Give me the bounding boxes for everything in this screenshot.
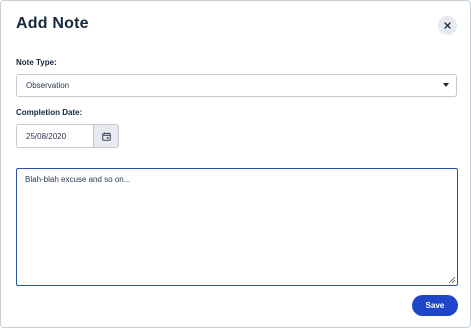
add-note-dialog: Add Note Note Type: Observation Completi… — [0, 0, 471, 328]
save-button[interactable]: Save — [412, 295, 458, 316]
close-icon — [444, 22, 451, 29]
resize-grip-icon[interactable] — [448, 276, 456, 284]
completion-date-input[interactable] — [17, 125, 93, 147]
calendar-icon — [101, 132, 111, 141]
completion-date-label: Completion Date: — [16, 108, 83, 117]
note-textarea[interactable]: Blah-blah excuse and so on... — [16, 168, 458, 286]
completion-date-field — [16, 124, 119, 148]
note-type-select[interactable]: Observation — [16, 74, 457, 97]
close-button[interactable] — [438, 16, 457, 35]
note-type-label: Note Type: — [16, 58, 57, 67]
calendar-button[interactable] — [93, 125, 118, 147]
dialog-title: Add Note — [16, 15, 89, 32]
chevron-down-icon — [443, 83, 449, 87]
note-type-selected-value: Observation — [26, 81, 70, 90]
